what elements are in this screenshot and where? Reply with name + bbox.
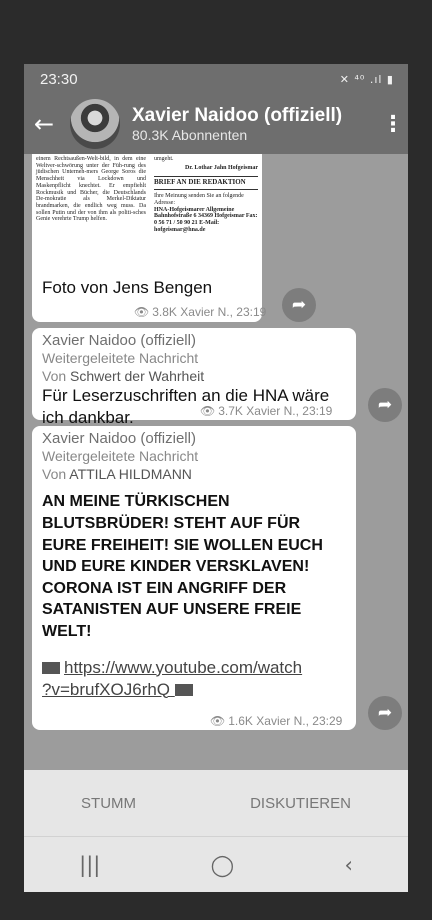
- clipping-top-text: umgeht.: [154, 156, 174, 162]
- message-meta: 👁 3.7K Xavier N., 23:19: [200, 404, 332, 418]
- newspaper-clipping-image[interactable]: einem Rechtsaußen-Welt-bild, in dem eine…: [32, 154, 262, 272]
- status-bar: 23:30 ✕ ⁴⁰ .ıl ▮: [24, 64, 408, 94]
- system-nav-bar: ||| ◯ ‹: [24, 836, 408, 892]
- channel-avatar[interactable]: [70, 99, 120, 149]
- message-meta: 👁 3.8K Xavier N., 23:19: [134, 305, 266, 319]
- views-eye-icon: 👁: [134, 305, 150, 319]
- author-time: Xavier N., 23:19: [246, 404, 333, 418]
- forwarded-label: Weitergeleitete Nachricht: [42, 448, 199, 464]
- channel-action-bar: STUMM DISKUTIEREN: [24, 770, 408, 836]
- discuss-button[interactable]: DISKUTIEREN: [250, 795, 351, 812]
- more-options-icon[interactable]: ⋮: [378, 112, 408, 137]
- forwarded-source-link[interactable]: ATTILA HILDMANN: [69, 466, 192, 482]
- share-icon[interactable]: ➦: [282, 288, 316, 322]
- share-icon[interactable]: ➦: [368, 696, 402, 730]
- view-count: 3.8K: [152, 305, 177, 319]
- message-author: Xavier Naidoo (offiziell): [42, 430, 196, 447]
- views-eye-icon: 👁: [200, 404, 216, 418]
- youtube-link[interactable]: https://www.youtube.com/watch ?v=brufXOJ…: [42, 657, 346, 701]
- turkey-flag-icon: [174, 684, 193, 697]
- mute-button[interactable]: STUMM: [81, 795, 136, 812]
- view-count: 1.6K: [228, 714, 253, 728]
- recent-apps-icon[interactable]: |||: [79, 853, 100, 877]
- forwarded-from: Von Schwert der Wahrheit: [42, 367, 346, 385]
- message-list[interactable]: einem Rechtsaußen-Welt-bild, in dem eine…: [24, 154, 408, 770]
- photo-caption: Foto von Jens Bengen: [42, 278, 213, 297]
- clipping-address: HNA-Hofgeismarer Allgemeine Bahnhofstraß…: [154, 206, 258, 233]
- message-text: AN MEINE TÜRKISCHEN BLUTSBRÜDER! STEHT A…: [42, 493, 323, 640]
- forwarded-source-link[interactable]: Schwert der Wahrheit: [70, 368, 204, 384]
- forwarded-message[interactable]: Xavier Naidoo (offiziell) Weitergeleitet…: [32, 426, 356, 730]
- home-icon[interactable]: ◯: [211, 853, 235, 877]
- channel-name: Xavier Naidoo (offiziell): [132, 105, 343, 127]
- author-time: Xavier N., 23:19: [180, 305, 267, 319]
- forwarded-from: Von ATTILA HILDMANN: [42, 465, 346, 483]
- author-time: Xavier N., 23:29: [256, 714, 343, 728]
- share-icon[interactable]: ➦: [368, 388, 402, 422]
- status-time: 23:30: [40, 70, 78, 88]
- phone-screen: 23:30 ✕ ⁴⁰ .ıl ▮ ← Xavier Naidoo (offizi…: [24, 64, 408, 892]
- clipping-article-text: einem Rechtsaußen-Welt-bild, in dem eine…: [36, 156, 146, 223]
- subscriber-count: 80.3K Abonnenten: [132, 126, 248, 143]
- youtube-link-line1[interactable]: https://www.youtube.com/watch: [64, 658, 302, 677]
- clipping-signature: Dr. Lothar Jahn Hofgeismar: [184, 164, 258, 171]
- forwarded-from-prefix: Von: [42, 368, 67, 385]
- views-eye-icon: 👁: [210, 714, 226, 728]
- clipping-heading: BRIEF AN DIE REDAKTION: [154, 176, 258, 191]
- message-author: Xavier Naidoo (offiziell): [42, 332, 196, 349]
- forwarded-from-prefix: Von: [42, 466, 67, 483]
- back-arrow-icon[interactable]: ←: [34, 110, 70, 138]
- message-meta: 👁 1.6K Xavier N., 23:29: [210, 714, 342, 728]
- view-count: 3.7K: [218, 404, 243, 418]
- channel-header: ← Xavier Naidoo (offiziell) 80.3K Abonne…: [24, 94, 408, 154]
- status-icons: ✕ ⁴⁰ .ıl ▮: [339, 72, 394, 86]
- clipping-intro: Ihre Meinung senden Sie an folgende Adre…: [154, 193, 244, 206]
- channel-title-block[interactable]: Xavier Naidoo (offiziell) 80.3K Abonnent…: [132, 105, 378, 143]
- clipping-letters-box: umgeht. Dr. Lothar Jahn Hofgeismar BRIEF…: [150, 154, 262, 272]
- forwarded-label: Weitergeleitete Nachricht: [42, 350, 199, 366]
- youtube-link-line2[interactable]: ?v=brufXOJ6rhQ: [42, 680, 170, 699]
- turkey-flag-icon: [42, 662, 60, 675]
- back-nav-icon[interactable]: ‹: [344, 853, 352, 877]
